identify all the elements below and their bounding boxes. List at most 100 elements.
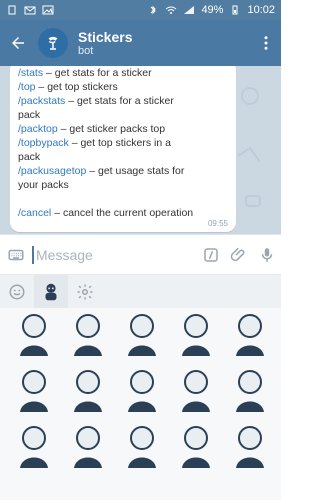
sticker-item[interactable]	[62, 308, 114, 360]
text-caret	[32, 246, 34, 264]
sticker-portrait	[236, 426, 264, 468]
back-arrow-icon	[12, 37, 24, 49]
sticker-thumbnail-icon	[45, 283, 57, 301]
command-description: – get sticker packs top	[57, 123, 166, 135]
chat-subtitle-text: bot	[78, 44, 94, 57]
command-text[interactable]: /packtop	[18, 123, 58, 135]
command-description: – get top stickers in a	[68, 137, 171, 149]
message-line: /packstats – get stats for a sticker	[18, 94, 228, 108]
command-description: your packs	[18, 179, 69, 191]
command-text[interactable]: /stats	[18, 67, 43, 79]
more-vertical-icon	[264, 36, 268, 50]
sticker-item[interactable]	[116, 364, 168, 416]
sim-icon	[6, 5, 18, 15]
command-description: – get stats for a sticker	[43, 67, 152, 79]
slash-command-icon	[204, 248, 218, 262]
microphone-icon	[261, 248, 273, 262]
command-description: – get top stickers	[35, 81, 118, 93]
status-right: 49% 10:02	[147, 4, 281, 16]
sticker-item[interactable]	[224, 420, 276, 472]
message-line: /packusagetop – get usage stats for	[18, 164, 228, 178]
message-time: 09:55	[207, 219, 228, 228]
mail-icon	[24, 5, 36, 15]
sticker-portrait	[182, 426, 210, 468]
command-description: – get usage stats for	[86, 165, 185, 177]
sticker-settings-tab[interactable]	[68, 275, 102, 309]
status-time: 10:02	[247, 4, 275, 16]
command-description: – cancel the current operation	[51, 207, 194, 219]
command-description: pack	[18, 151, 41, 163]
message-placeholder: Message	[36, 247, 93, 263]
satellite-dish-icon	[48, 36, 58, 50]
command-text[interactable]: /packstats	[18, 95, 65, 107]
status-bar: 49% 10:02	[0, 0, 281, 20]
command-text[interactable]: /top	[18, 81, 36, 93]
sticker-portrait	[20, 314, 48, 356]
message-line: /packtop – get sticker packs top	[18, 122, 228, 136]
bot-command-button[interactable]	[197, 246, 225, 264]
sticker-item[interactable]	[116, 308, 168, 360]
sticker-portrait	[20, 370, 48, 412]
status-left-icons	[0, 5, 54, 15]
incoming-message-bubble[interactable]: /stats – get stats for a sticker /top – …	[10, 66, 236, 232]
sticker-item[interactable]	[62, 364, 114, 416]
sticker-portrait	[182, 314, 210, 356]
app-bar: Stickers bot	[0, 20, 281, 66]
sticker-portrait	[236, 370, 264, 412]
sticker-tabs	[0, 274, 281, 309]
message-line: /top – get top stickers	[18, 80, 228, 94]
bluetooth-icon	[147, 5, 159, 15]
sticker-portrait	[74, 370, 102, 412]
sticker-portrait	[74, 314, 102, 356]
back-button[interactable]	[0, 20, 36, 66]
smile-icon	[9, 284, 25, 300]
command-text[interactable]: /cancel	[18, 207, 51, 219]
sticker-portrait	[182, 370, 210, 412]
paperclip-icon	[230, 247, 245, 261]
message-line: /cancel – cancel the current operation	[18, 206, 228, 220]
bot-avatar[interactable]	[38, 28, 68, 58]
sticker-item[interactable]	[8, 308, 60, 360]
more-menu-button[interactable]	[251, 20, 281, 66]
sticker-item[interactable]	[224, 308, 276, 360]
command-text[interactable]: /topbypack	[18, 137, 69, 149]
message-input-bar: Message	[0, 234, 281, 275]
chat-title-text: Stickers	[78, 28, 133, 45]
sticker-item[interactable]	[116, 420, 168, 472]
message-line: pack	[18, 150, 228, 164]
sticker-portrait	[20, 426, 48, 468]
message-line	[18, 192, 228, 206]
chat-area: /stats – get stats for a sticker /top – …	[0, 66, 281, 234]
sticker-item[interactable]	[8, 420, 60, 472]
sticker-portrait	[236, 314, 264, 356]
wifi-icon	[165, 5, 177, 15]
command-text[interactable]: /packusagetop	[18, 165, 86, 177]
sticker-portrait	[128, 426, 156, 468]
battery-icon	[229, 5, 241, 15]
battery-percent: 49%	[201, 4, 224, 16]
keyboard-button[interactable]	[0, 246, 32, 264]
message-line: pack	[18, 108, 228, 122]
sticker-pack-tab[interactable]	[34, 275, 68, 309]
message-line: /stats – get stats for a sticker	[18, 66, 228, 80]
sticker-item[interactable]	[224, 364, 276, 416]
command-description: – get stats for a sticker	[65, 95, 174, 107]
command-description: pack	[18, 109, 41, 121]
sticker-portrait	[128, 314, 156, 356]
sticker-item[interactable]	[170, 308, 222, 360]
message-line: your packs	[18, 178, 228, 192]
attach-button[interactable]	[225, 246, 253, 264]
sticker-grid	[0, 308, 281, 500]
chat-title[interactable]: Stickers bot	[78, 29, 132, 58]
gear-icon	[77, 284, 93, 300]
sticker-item[interactable]	[170, 364, 222, 416]
message-line: /topbypack – get top stickers in a	[18, 136, 228, 150]
message-input[interactable]: Message	[32, 246, 197, 264]
keyboard-icon	[8, 249, 24, 261]
emoji-tab[interactable]	[0, 275, 34, 309]
microphone-button[interactable]	[253, 246, 281, 264]
sticker-item[interactable]	[8, 364, 60, 416]
sticker-portrait	[128, 370, 156, 412]
sticker-item[interactable]	[62, 420, 114, 472]
sticker-item[interactable]	[170, 420, 222, 472]
